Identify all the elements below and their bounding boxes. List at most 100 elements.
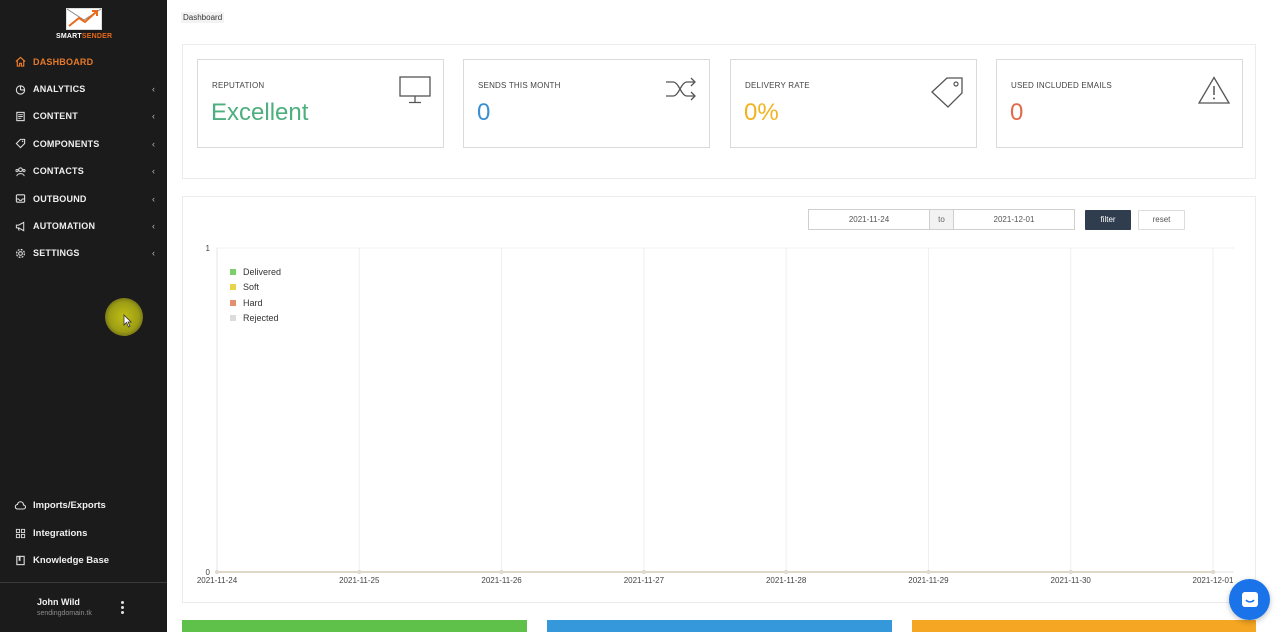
sidebar-item-content[interactable]: CONTENT ‹: [0, 103, 167, 130]
sidebar-item-label: Integrations: [33, 527, 88, 539]
tag-icon: [931, 77, 963, 108]
legend-label: Hard: [243, 297, 263, 308]
date-range-separator: to: [930, 209, 953, 230]
sidebar-item-outbound[interactable]: OUTBOUND ‹: [0, 185, 167, 212]
legend-label: Delivered: [243, 266, 282, 277]
legend-swatch: [230, 315, 236, 322]
stat-card-delivery-rate: DELIVERY RATE 0%: [730, 59, 977, 148]
stat-card-reputation: REPUTATION Excellent: [197, 59, 444, 148]
sidebar-item-dashboard[interactable]: DASHBOARD: [0, 48, 167, 75]
envelope-logo-icon: [66, 8, 102, 30]
sidebar-item-label: ANALYTICS: [33, 84, 86, 95]
stat-title: REPUTATION: [212, 81, 265, 90]
brand-logo[interactable]: SMARTSENDER: [56, 8, 112, 44]
book-icon: [14, 554, 26, 566]
chat-launcher-button[interactable]: [1229, 579, 1270, 620]
data-point-rejected: [215, 570, 219, 574]
sidebar-item-label: AUTOMATION: [33, 221, 96, 232]
file-icon: [14, 110, 26, 122]
date-from-input[interactable]: 2021-11-24: [808, 209, 930, 230]
legend-item-rejected[interactable]: Rejected: [230, 311, 281, 327]
chevron-left-icon: ‹: [152, 166, 155, 177]
legend-swatch: [230, 299, 236, 306]
legend-item-soft[interactable]: Soft: [230, 280, 281, 296]
chat-icon: [1241, 591, 1258, 607]
stat-value: 0: [477, 99, 491, 126]
shuffle-icon: [666, 77, 696, 101]
y-tick-label: 1: [206, 244, 211, 253]
tag-icon: [14, 138, 26, 150]
data-point-rejected: [926, 570, 931, 574]
sidebar-item-label: Imports/Exports: [33, 500, 106, 512]
x-tick-label: 2021-11-27: [624, 576, 665, 585]
data-point-rejected: [357, 570, 362, 574]
data-point-rejected: [784, 570, 788, 574]
summary-card-blue: [547, 620, 892, 632]
stat-card-used-emails: USED INCLUDED EMAILS 0: [996, 59, 1243, 148]
gear-icon: [14, 247, 26, 259]
stat-card-sends: SENDS THIS MONTH 0: [463, 59, 710, 148]
sidebar-divider: [0, 582, 167, 583]
sidebar-item-integrations[interactable]: Integrations: [0, 519, 167, 546]
breadcrumb[interactable]: Dashboard: [181, 12, 225, 23]
x-tick-label: 2021-11-24: [197, 576, 238, 585]
sidebar-item-components[interactable]: COMPONENTS ‹: [0, 130, 167, 157]
stat-title: USED INCLUDED EMAILS: [1011, 81, 1112, 90]
mouse-cursor-icon: [123, 314, 132, 328]
pie-chart-icon: [14, 83, 26, 95]
sidebar-item-imports-exports[interactable]: Imports/Exports: [0, 492, 167, 519]
sidebar-item-label: CONTENT: [33, 111, 78, 122]
chevron-left-icon: ‹: [152, 138, 155, 149]
data-point-rejected: [642, 570, 646, 574]
sidebar-item-label: SETTINGS: [33, 248, 80, 259]
chevron-left-icon: ‹: [152, 111, 155, 122]
legend-swatch: [230, 284, 236, 291]
sidebar-item-settings[interactable]: SETTINGS ‹: [0, 240, 167, 267]
summary-card-orange: [912, 620, 1256, 632]
sidebar-item-automation[interactable]: AUTOMATION ‹: [0, 212, 167, 239]
user-profile[interactable]: John Wild sendingdomain.tk: [37, 597, 92, 617]
user-menu-icon[interactable]: [119, 601, 125, 615]
filter-button[interactable]: filter: [1085, 210, 1131, 230]
sidebar-item-label: CONTACTS: [33, 166, 84, 177]
date-to-input[interactable]: 2021-12-01: [953, 209, 1075, 230]
user-name: John Wild: [37, 597, 80, 607]
stat-value: Excellent: [211, 99, 309, 126]
sidebar-item-label: OUTBOUND: [33, 193, 87, 204]
legend-swatch: [230, 268, 236, 275]
stat-title: DELIVERY RATE: [745, 81, 810, 90]
sidebar-item-knowledge-base[interactable]: Knowledge Base: [0, 547, 167, 574]
users-icon: [14, 165, 26, 177]
stats-panel: REPUTATION Excellent SENDS THIS MONTH 0 …: [182, 44, 1256, 179]
data-point-rejected: [1068, 570, 1073, 574]
cloud-icon: [14, 500, 26, 512]
x-tick-label: 2021-11-29: [908, 576, 949, 585]
main-nav: DASHBOARD ANALYTICS ‹ CONTENT ‹ COMPONEN…: [0, 48, 167, 267]
sidebar-item-label: DASHBOARD: [33, 56, 94, 67]
x-tick-label: 2021-11-28: [766, 576, 807, 585]
megaphone-icon: [14, 220, 26, 232]
sidebar-item-label: COMPONENTS: [33, 138, 100, 149]
sidebar-item-contacts[interactable]: CONTACTS ‹: [0, 158, 167, 185]
legend-item-delivered[interactable]: Delivered: [230, 264, 281, 280]
legend-label: Rejected: [243, 313, 279, 324]
x-tick-label: 2021-12-01: [1193, 576, 1234, 585]
legend-item-hard[interactable]: Hard: [230, 295, 281, 311]
monitor-icon: [399, 76, 431, 104]
grid-icon: [14, 527, 26, 539]
chart-legend: Delivered Soft Hard Rejected: [230, 264, 281, 326]
legend-label: Soft: [243, 282, 260, 293]
x-tick-label: 2021-11-25: [339, 576, 380, 585]
reset-button[interactable]: reset: [1138, 210, 1185, 230]
summary-card-green: [182, 620, 527, 632]
chevron-left-icon: ‹: [152, 193, 155, 204]
stat-title: SENDS THIS MONTH: [478, 81, 561, 90]
stat-value: 0%: [744, 99, 779, 126]
warning-icon: [1198, 76, 1230, 104]
chevron-left-icon: ‹: [152, 221, 155, 232]
chevron-left-icon: ‹: [152, 84, 155, 95]
data-point-rejected: [1211, 570, 1215, 574]
chevron-left-icon: ‹: [152, 248, 155, 259]
home-icon: [14, 56, 26, 68]
sidebar-item-analytics[interactable]: ANALYTICS ‹: [0, 75, 167, 102]
